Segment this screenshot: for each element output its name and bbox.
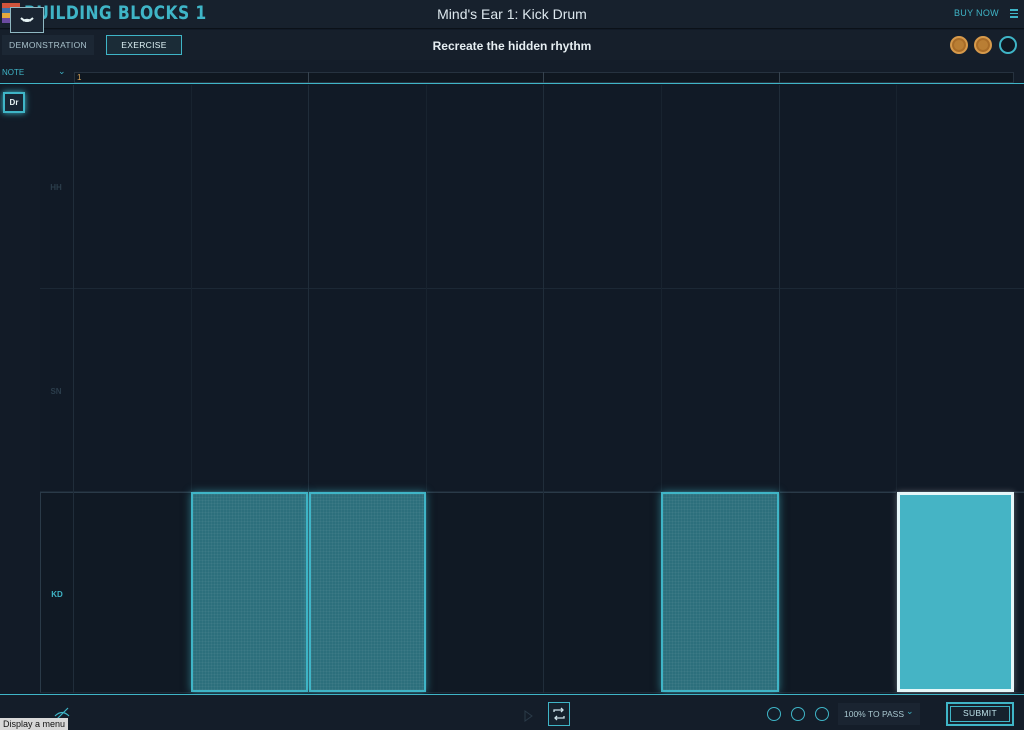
life-coin-icon xyxy=(974,36,992,54)
grid-line xyxy=(543,85,544,693)
timeline-ruler[interactable] xyxy=(74,72,1014,83)
loop-toggle-button[interactable] xyxy=(548,702,570,726)
loop-icon xyxy=(553,707,565,721)
ruler-beat-tick xyxy=(779,72,780,83)
instrument-column xyxy=(0,85,40,693)
kick-step-8-selected[interactable] xyxy=(897,492,1014,692)
attempt-indicator xyxy=(791,707,805,721)
submit-button[interactable]: SUBMIT xyxy=(946,702,1014,726)
chevron-down-icon[interactable]: ⌄ xyxy=(906,706,914,717)
life-coin-empty-icon xyxy=(999,36,1017,54)
grid-line xyxy=(73,85,74,693)
hamburger-menu-icon[interactable] xyxy=(1010,9,1018,18)
bar-number: 1 xyxy=(77,73,82,82)
note-ruler-row: NOTE ⌄ 1 xyxy=(0,60,1024,84)
chevron-down-icon[interactable]: ⌄ xyxy=(58,66,66,77)
ruler-beat-tick xyxy=(308,72,309,83)
attempt-indicator xyxy=(815,707,829,721)
kick-step-2[interactable] xyxy=(191,492,308,692)
life-coin-icon xyxy=(950,36,968,54)
lane-snare: SN xyxy=(40,289,1024,492)
grid-line xyxy=(779,85,780,693)
ruler-beat-tick xyxy=(543,72,544,83)
grid-line xyxy=(426,85,427,693)
play-icon[interactable] xyxy=(520,708,536,724)
top-bar: BUILDING BLOCKS 1 Mind's Ear 1: Kick Dru… xyxy=(0,0,1024,29)
instruction-text: Recreate the hidden rhythm xyxy=(432,39,592,53)
lane-label-kd: KD xyxy=(51,590,63,599)
lane-kick: KD xyxy=(40,492,1024,693)
kick-step-6[interactable] xyxy=(661,492,779,692)
lane-label-hh: HH xyxy=(50,183,62,192)
lane-hihat: HH xyxy=(40,85,1024,289)
lane-label-sn: SN xyxy=(50,387,62,396)
mode-bar: DEMONSTRATION EXERCISE Recreate the hidd… xyxy=(0,30,1024,60)
tooltip: Display a menu xyxy=(0,718,69,730)
attempt-indicator xyxy=(767,707,781,721)
ear-icon xyxy=(20,17,34,22)
rhythm-grid: HH SN KD xyxy=(40,85,1024,693)
note-selector-label[interactable]: NOTE xyxy=(2,68,24,77)
buy-now-link[interactable]: BUY NOW xyxy=(954,8,999,18)
kick-step-3[interactable] xyxy=(309,492,426,692)
drum-instrument-button[interactable]: Dr xyxy=(3,92,25,113)
ear-menu-button[interactable] xyxy=(10,7,44,33)
lesson-title: Mind's Ear 1: Kick Drum xyxy=(437,6,587,22)
